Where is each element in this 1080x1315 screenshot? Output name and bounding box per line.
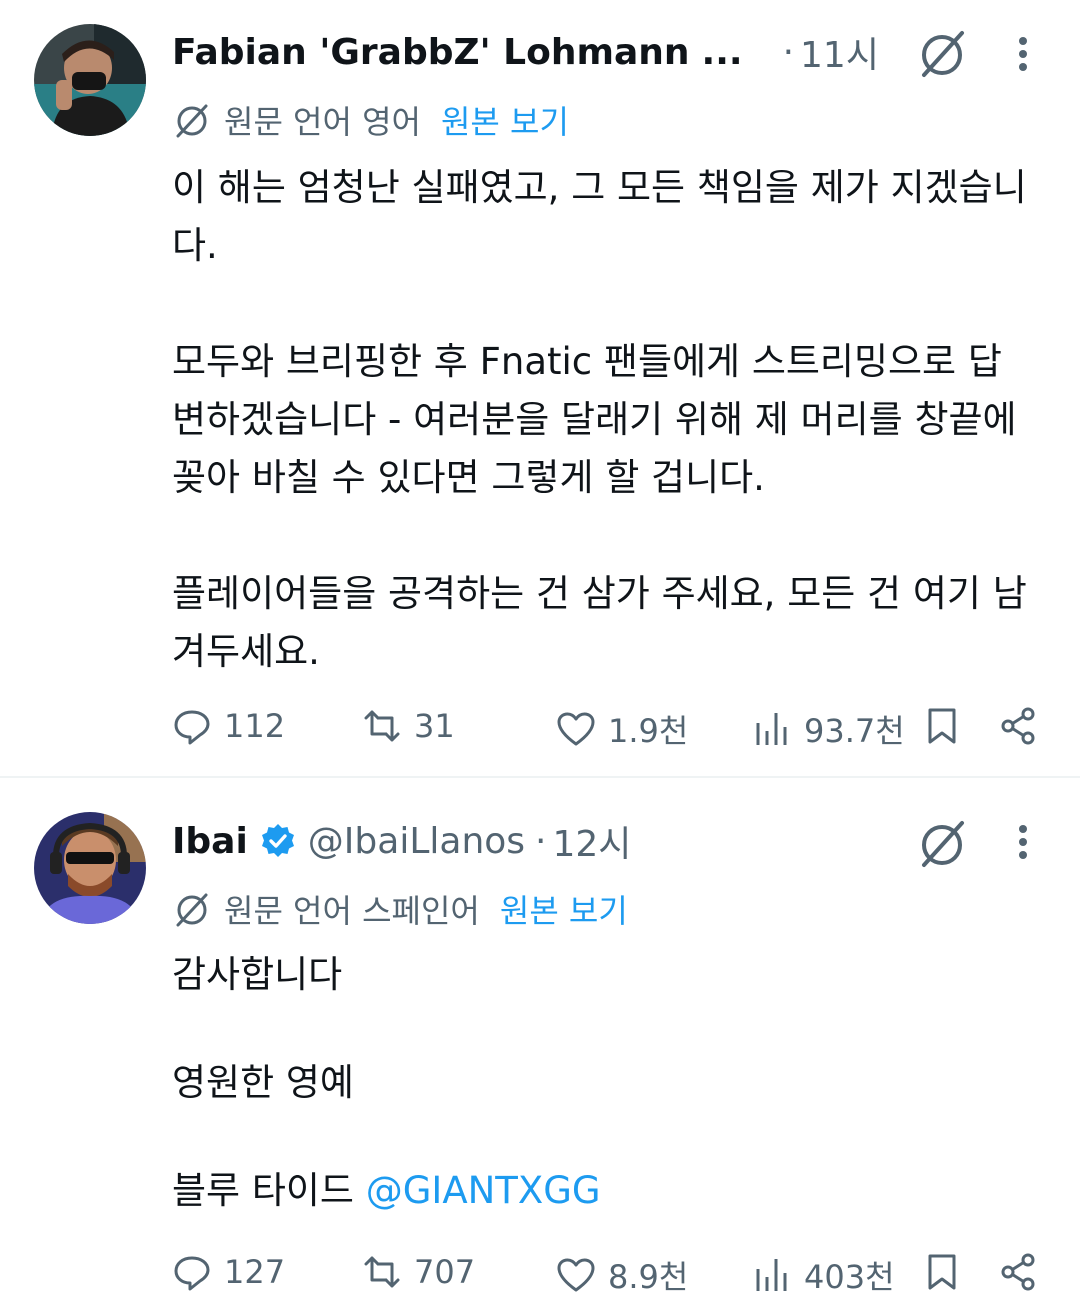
reply-button[interactable]: 112 — [172, 706, 285, 746]
like-button[interactable]: 1.9천 — [556, 706, 688, 752]
tweet-time[interactable]: 12시 — [553, 815, 632, 867]
avatar[interactable] — [34, 812, 146, 924]
tweet-time[interactable]: 11시 — [800, 26, 879, 78]
tweet-paragraph: 플레이어들을 공격하는 건 삼가 주세요, 모든 건 여기 남겨두세요. — [172, 572, 1027, 673]
avatar[interactable] — [34, 24, 146, 136]
repost-button[interactable]: 707 — [362, 1252, 475, 1292]
tweet-actions: 112 31 1.9천 93.7천 — [0, 696, 1080, 756]
bookmark-icon[interactable] — [922, 706, 962, 746]
views-button[interactable]: 403천 — [752, 1252, 895, 1298]
translation-notice: 원문 언어 스페인어 원본 보기 — [172, 887, 628, 931]
grok-icon[interactable] — [914, 815, 970, 871]
views-icon — [756, 1259, 787, 1291]
tweet-paragraph: 이 해는 엄청난 실패였고, 그 모든 책임을 제가 지겠습니다. — [172, 166, 1027, 267]
verified-icon — [261, 824, 294, 857]
repost-count: 707 — [414, 1253, 476, 1291]
tweet-paragraph: 감사합니다 — [172, 953, 343, 996]
author-handle[interactable]: @IbaiLlanos — [308, 821, 525, 862]
translation-language: 원문 언어 스페인어 — [224, 892, 480, 930]
tweet-text: 감사합니다 영원한 영예 블루 타이드 @GIANTXGG — [172, 948, 1032, 1218]
views-button[interactable]: 93.7천 — [752, 706, 905, 752]
tweet-paragraph: 블루 타이드 @GIANTXGG — [172, 1164, 1032, 1218]
separator-dot: · — [782, 31, 795, 73]
grok-icon[interactable] — [914, 25, 970, 81]
repost-icon — [364, 710, 400, 742]
tweet-paragraph: 영원한 영예 — [172, 1061, 354, 1104]
translation-language: 원문 언어 영어 — [224, 103, 421, 141]
like-count: 1.9천 — [608, 712, 689, 750]
translation-notice: 원문 언어 영어 원본 보기 — [172, 98, 569, 142]
reply-button[interactable]: 127 — [172, 1252, 285, 1292]
tweet-text: 이 해는 엄청난 실패였고, 그 모든 책임을 제가 지겠습니다. 모두와 브리… — [172, 159, 1032, 681]
tweet-grabbz[interactable]: Fabian 'GrabbZ' Lohmann ... · 11시 원문 언어 … — [0, 0, 1080, 776]
like-count: 8.9천 — [608, 1258, 689, 1296]
share-icon[interactable] — [998, 1252, 1038, 1292]
like-button[interactable]: 8.9천 — [556, 1252, 688, 1298]
author-name[interactable]: Ibai — [172, 821, 248, 862]
tweet-ibai[interactable]: Ibai @IbaiLlanos · 12시 원문 언어 스페인어 원본 보기 … — [0, 778, 1080, 1315]
translate-icon — [176, 104, 208, 138]
repost-button[interactable]: 31 — [362, 706, 455, 746]
tweet-paragraph: 모두와 브리핑한 후 Fnatic 팬들에게 스트리밍으로 답변하겠습니다 - … — [172, 340, 1017, 499]
reply-count: 112 — [224, 707, 286, 745]
share-icon[interactable] — [998, 706, 1038, 746]
more-icon[interactable] — [1016, 36, 1030, 76]
views-count: 93.7천 — [804, 712, 905, 750]
views-count: 403천 — [804, 1258, 895, 1296]
reply-count: 127 — [224, 1253, 286, 1291]
bookmark-icon[interactable] — [922, 1252, 962, 1292]
show-original-link[interactable]: 원본 보기 — [500, 886, 628, 932]
more-icon[interactable] — [1016, 824, 1030, 864]
like-icon — [557, 1258, 595, 1292]
like-icon — [557, 712, 595, 746]
repost-count: 31 — [414, 707, 455, 745]
repost-icon — [364, 1256, 400, 1288]
translate-icon — [176, 893, 208, 927]
separator-dot: · — [535, 820, 547, 862]
author-name-truncation: ... — [701, 31, 743, 73]
reply-icon — [174, 710, 210, 745]
show-original-link[interactable]: 원본 보기 — [441, 97, 569, 143]
author-name[interactable]: Fabian 'GrabbZ' Lohmann — [172, 32, 690, 73]
views-icon — [756, 713, 787, 745]
tweet-actions: 127 707 8.9천 403천 — [0, 1242, 1080, 1302]
paragraph-text: 블루 타이드 — [172, 1169, 366, 1212]
mention-link[interactable]: @GIANTXGG — [366, 1169, 601, 1212]
reply-icon — [174, 1256, 210, 1291]
